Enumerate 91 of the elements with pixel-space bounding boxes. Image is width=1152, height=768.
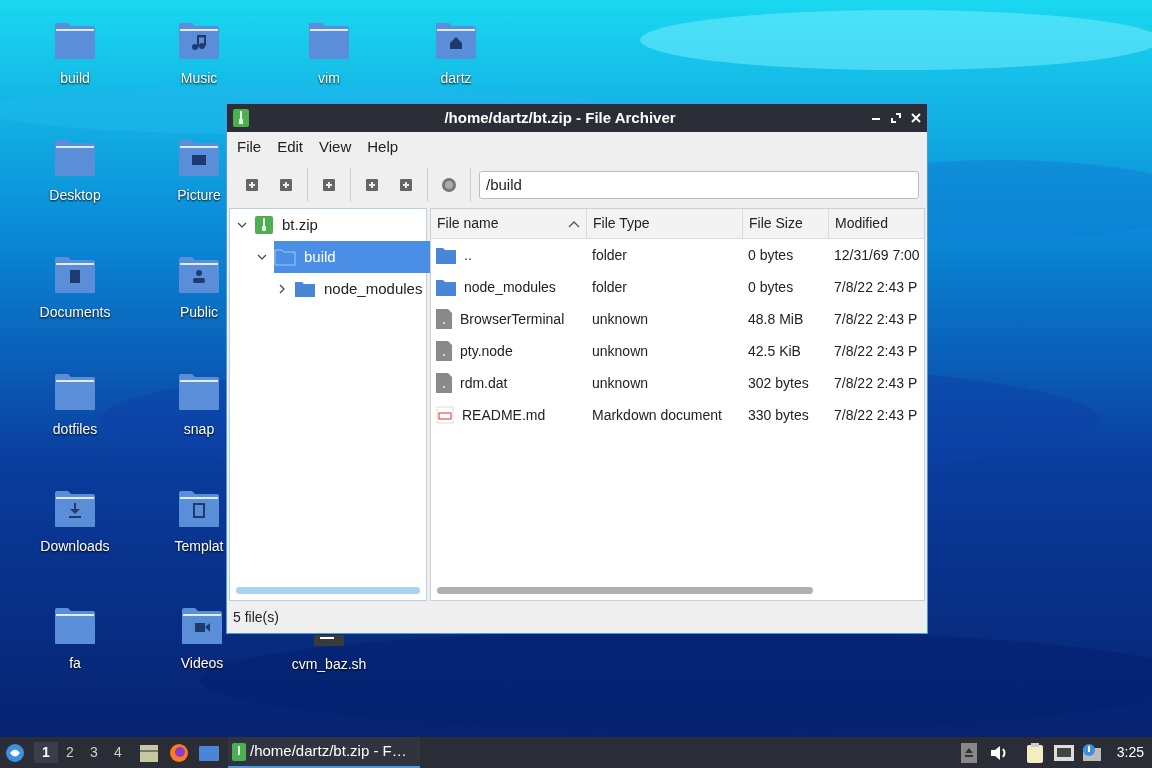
icon-label: build [60,69,90,88]
table-cell-text: unknown [592,309,649,329]
table-cell-text: .. [464,245,472,265]
unknown-file-icon [436,309,452,329]
icon-label: vim [318,69,340,88]
table-cell-text: unknown [592,373,649,393]
table-cell-text: pty.node [460,341,513,361]
music-folder-icon[interactable] [178,22,220,60]
workspace-button[interactable]: 1 [34,742,58,763]
table-cell-text: 0 bytes [748,245,794,265]
start-menu-icon[interactable] [4,741,26,764]
network-icon[interactable] [1052,742,1075,763]
close-icon[interactable] [911,113,921,123]
templates-folder-icon[interactable] [178,490,220,528]
table-cell-text: BrowserTerminal [460,309,565,329]
table-cell-text: 48.8 MiB [748,309,804,329]
status-text: 5 file(s) [233,607,279,627]
script-icon[interactable] [314,635,344,646]
icon-label: Public [179,303,219,322]
folder-icon [436,278,456,296]
markdown-file-icon [436,406,454,424]
task-button[interactable]: /home/dartz/bt.zip - F… [228,737,420,768]
icon-label: Music [180,69,218,88]
scrollbar[interactable] [236,587,420,594]
browser-icon[interactable] [168,741,190,764]
table-cell-text: node_modules [464,277,556,297]
table-cell-text: 7/8/22 2:43 P [834,373,918,393]
table-cell-text: 330 bytes [748,405,809,425]
menu-item[interactable]: View [311,135,360,159]
home-folder-icon[interactable] [435,22,477,60]
icon-label: fa [69,654,81,673]
icon-label: cvm_baz.sh [291,655,367,674]
workspace-button[interactable]: 2 [58,742,82,763]
downloads-folder-icon[interactable] [54,490,96,528]
icon-label: Templat [174,537,224,556]
table-cell-text: folder [592,245,628,265]
icon-label: dotfiles [52,420,98,439]
menu-item[interactable]: File [229,135,270,159]
icon-label: snap [183,420,215,439]
column-header[interactable]: File Size [743,209,829,238]
menu-item[interactable]: Edit [269,135,312,159]
window-title: /home/dartz/bt.zip - File Archiver [443,107,677,128]
folder-icon[interactable] [54,607,96,645]
table-cell-text: 12/31/69 7:00 [834,245,920,265]
icon-label: Videos [180,654,224,673]
icon-label: dartz [440,69,472,88]
folder-icon[interactable] [178,373,220,411]
archive-icon [254,215,274,235]
folder-icon[interactable] [54,373,96,411]
table-cell-text: README.md [462,405,546,425]
tree-item[interactable]: node_modules [294,273,427,305]
table-cell-text: Markdown document [592,405,722,425]
table-cell-text: 0 bytes [748,277,794,297]
table-cell-text: rdm.dat [460,373,508,393]
column-header[interactable]: Modified [829,209,924,238]
column-header[interactable]: File Type [587,209,743,238]
column-header[interactable]: File name [431,209,587,238]
table-cell-text: 7/8/22 2:43 P [834,277,918,297]
clipboard-icon[interactable] [1024,741,1045,764]
menu-item[interactable]: Help [359,135,407,159]
pictures-folder-icon[interactable] [178,139,220,177]
scrollbar[interactable] [437,587,813,594]
table-cell-text: folder [592,277,628,297]
folder-icon [274,248,296,266]
workspace-button[interactable]: 4 [106,742,130,763]
videos-folder-icon[interactable] [181,607,223,645]
workspace-button[interactable]: 3 [82,742,106,763]
clock[interactable]: 3:25 [1116,742,1144,763]
maximize-icon[interactable] [891,113,901,123]
tree-item[interactable]: bt.zip [254,209,322,241]
table-cell-text: 7/8/22 2:43 P [834,405,918,425]
folder-icon [294,280,316,298]
icon-label: Picture [177,186,221,205]
archive-icon [232,742,246,761]
archive-icon [233,109,249,127]
folder-icon [436,246,456,264]
table-cell-text: 7/8/22 2:43 P [834,309,918,329]
table-cell-text: unknown [592,341,649,361]
public-folder-icon[interactable] [178,256,220,294]
table-cell-text: 302 bytes [748,373,809,393]
unknown-file-icon [436,373,452,393]
icon-label: Desktop [49,186,101,205]
notification-icon[interactable] [1080,742,1103,763]
icon-label: Downloads [40,537,110,556]
location-field[interactable]: /build [479,171,919,199]
eject-icon[interactable] [960,742,977,763]
icon-label: Documents [39,303,111,322]
documents-folder-icon[interactable] [54,256,96,294]
table-cell-text: 7/8/22 2:43 P [834,341,918,361]
unknown-file-icon [436,341,452,361]
table-cell-text: 42.5 KiB [748,341,801,361]
